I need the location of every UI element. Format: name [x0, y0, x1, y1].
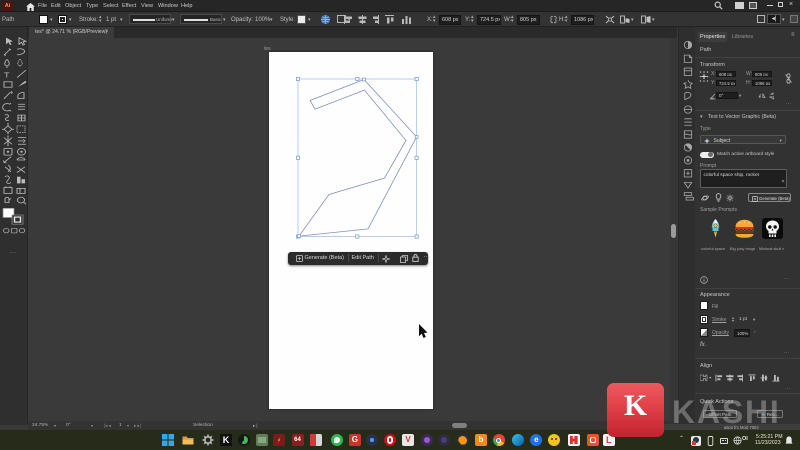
svg-text:T: T [4, 71, 10, 79]
